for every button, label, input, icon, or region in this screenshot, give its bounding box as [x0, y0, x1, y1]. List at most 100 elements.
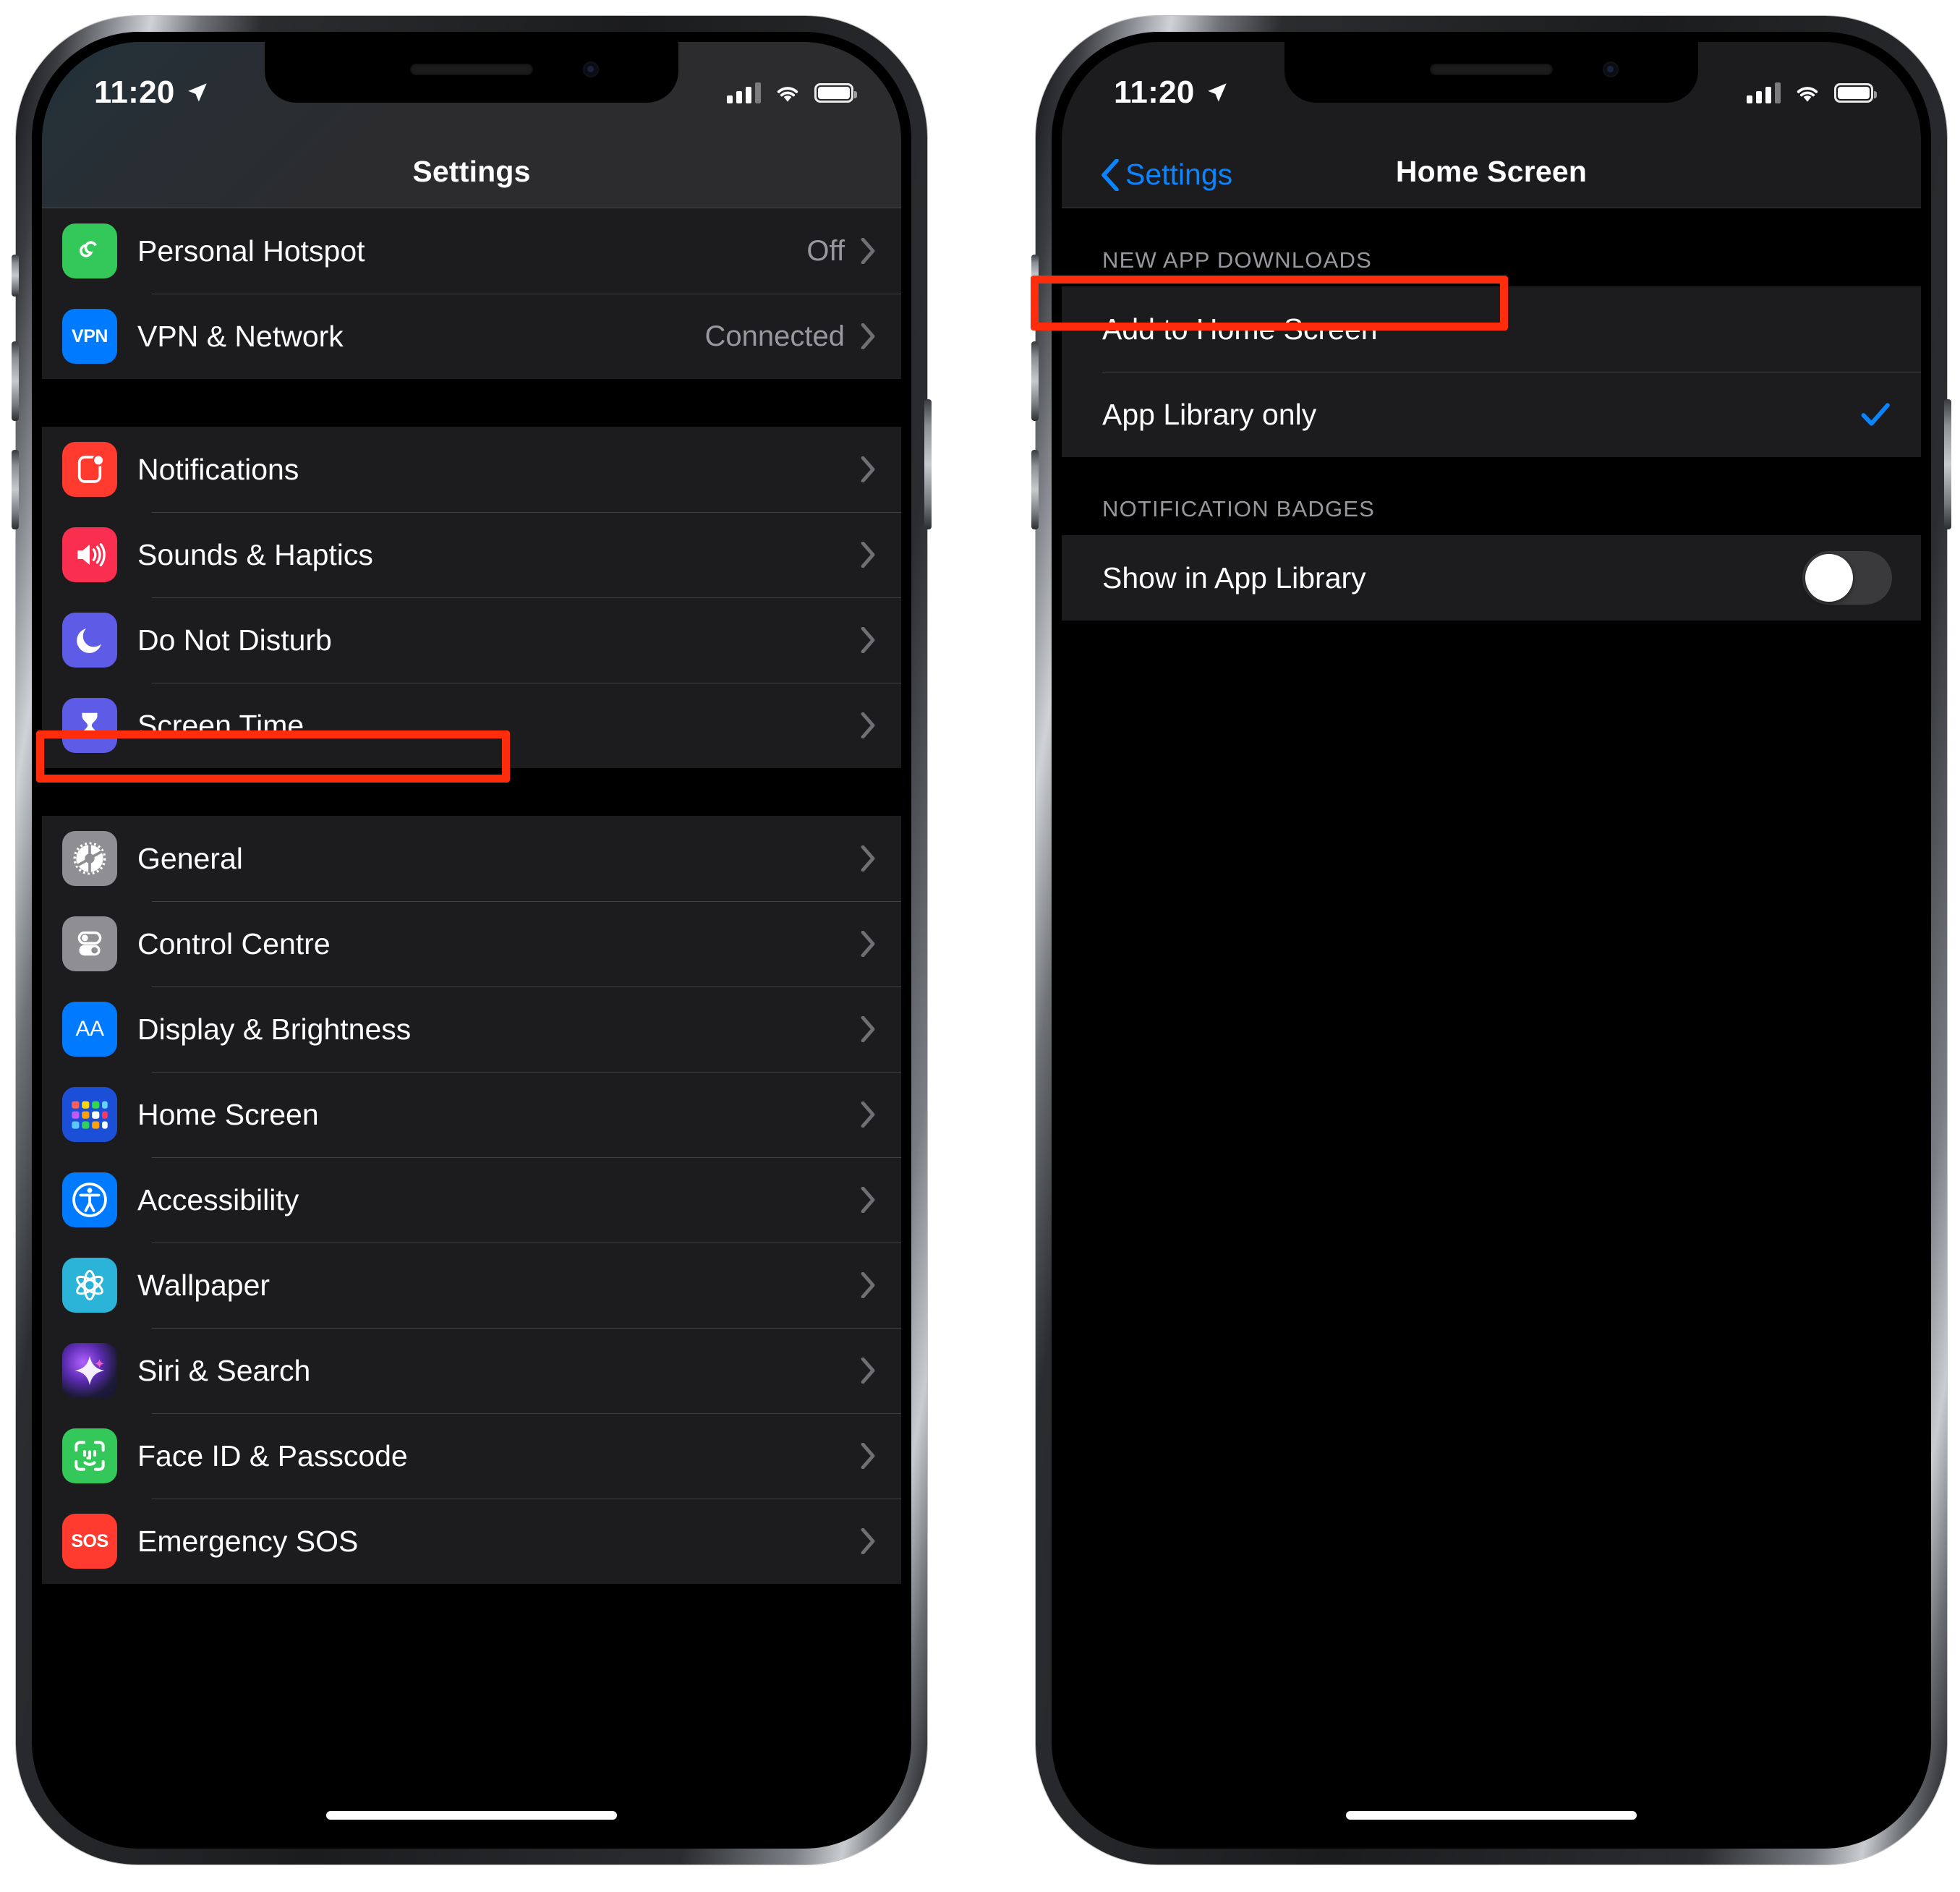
status-time: 11:20 — [94, 74, 175, 110]
chevron-right-icon — [861, 1272, 875, 1298]
toggle-knob — [1805, 554, 1853, 602]
location-arrow-icon — [187, 83, 207, 102]
row-value: Off — [806, 234, 845, 267]
settings-row-screen-time[interactable]: Screen Time — [42, 683, 901, 768]
settings-row-control-centre[interactable]: Control Centre — [42, 901, 901, 987]
notch-right — [1284, 42, 1698, 103]
option-label: Add to Home Screen — [1102, 312, 1378, 346]
location-arrow-icon — [1207, 83, 1227, 102]
row-label: Emergency SOS — [137, 1524, 359, 1558]
settings-row-accessibility[interactable]: Accessibility — [42, 1157, 901, 1243]
page-title: Settings — [412, 155, 531, 188]
row-label: Control Centre — [137, 926, 331, 960]
settings-row-home-screen[interactable]: Home Screen — [42, 1072, 901, 1157]
row-label: Wallpaper — [137, 1268, 270, 1302]
chevron-right-icon — [861, 1016, 875, 1042]
row-label: Accessibility — [137, 1182, 299, 1216]
settings-row-do-not-disturb[interactable]: Do Not Disturb — [42, 597, 901, 683]
show-in-app-library-toggle[interactable] — [1802, 551, 1892, 605]
settings-row-siri-search[interactable]: Siri & Search — [42, 1328, 901, 1413]
mute-switch-2[interactable] — [1031, 255, 1039, 297]
row-label: Display & Brightness — [137, 1012, 412, 1046]
volume-down-button[interactable] — [12, 450, 19, 529]
group-separator — [42, 379, 901, 427]
phone-device-left: Settings 11:20 Personal Hotspot Off VPN … — [12, 16, 932, 1865]
screenshot-stage: Settings 11:20 Personal Hotspot Off VPN … — [0, 0, 1960, 1892]
settings-row-notifications[interactable]: Notifications — [42, 427, 901, 512]
chevron-left-icon — [1102, 158, 1119, 191]
status-bar-left-group: 11:20 — [94, 74, 210, 111]
emergency-sos-icon: SOS — [62, 1514, 117, 1569]
settings-row-face-id-passcode[interactable]: Face ID & Passcode — [42, 1413, 901, 1499]
accessibility-icon — [62, 1172, 117, 1227]
option-add-to-home-screen[interactable]: Add to Home Screen — [1062, 286, 1921, 372]
vpn-icon-text: VPN — [72, 325, 108, 346]
group-separator — [42, 768, 901, 816]
settings-list-left[interactable]: Personal Hotspot Off VPN VPN & Network C… — [42, 208, 901, 1838]
chevron-right-icon — [861, 238, 875, 264]
control-centre-icon — [62, 916, 117, 971]
chevron-right-icon — [861, 931, 875, 957]
sounds-icon — [62, 527, 117, 582]
option-app-library-only[interactable]: App Library only — [1062, 372, 1921, 457]
row-label: VPN & Network — [137, 319, 344, 353]
battery-icon — [814, 82, 857, 103]
settings-row-vpn-network[interactable]: VPN VPN & Network Connected — [42, 294, 901, 379]
volume-down-button-2[interactable] — [1031, 450, 1039, 529]
screen-left: Settings 11:20 Personal Hotspot Off VPN … — [42, 42, 901, 1838]
cellular-signal-icon — [1747, 82, 1781, 103]
chevron-right-icon — [861, 1358, 875, 1384]
face-id-icon — [62, 1428, 117, 1483]
mute-switch[interactable] — [12, 255, 19, 297]
settings-row-general[interactable]: General — [42, 816, 901, 901]
settings-group-connectivity: Personal Hotspot Off VPN VPN & Network C… — [42, 208, 901, 379]
volume-up-button[interactable] — [12, 341, 19, 421]
chevron-right-icon — [861, 627, 875, 653]
personal-hotspot-icon — [62, 223, 117, 278]
option-label: App Library only — [1102, 397, 1317, 431]
settings-group-alerts: Notifications Sounds & Haptics Do Not Di… — [42, 427, 901, 768]
home-screen-settings-list[interactable]: NEW APP DOWNLOADS Add to Home Screen App… — [1062, 208, 1921, 1838]
settings-row-display-brightness[interactable]: AA Display & Brightness — [42, 987, 901, 1072]
row-label: Screen Time — [137, 708, 304, 742]
cellular-signal-icon — [727, 82, 761, 103]
screen-right: Settings Home Screen 11:20 NEW APP DOWNL… — [1062, 42, 1921, 1838]
row-label: Notifications — [137, 452, 299, 486]
phone-bezel-left: Settings 11:20 Personal Hotspot Off VPN … — [32, 32, 911, 1849]
settings-group-notification-badges: Show in App Library — [1062, 535, 1921, 621]
wifi-icon — [777, 87, 798, 102]
battery-icon — [1834, 82, 1877, 103]
chevron-right-icon — [861, 712, 875, 738]
power-button-2[interactable] — [1944, 399, 1951, 529]
power-button[interactable] — [924, 399, 932, 529]
wallpaper-icon — [62, 1258, 117, 1313]
front-camera-icon — [583, 61, 599, 77]
settings-row-emergency-sos[interactable]: SOS Emergency SOS — [42, 1499, 901, 1584]
chevron-right-icon — [861, 323, 875, 349]
front-camera-icon — [1603, 61, 1619, 77]
home-indicator-left[interactable] — [326, 1811, 617, 1820]
settings-row-personal-hotspot[interactable]: Personal Hotspot Off — [42, 208, 901, 294]
row-label: General — [137, 841, 243, 875]
settings-row-sounds-haptics[interactable]: Sounds & Haptics — [42, 512, 901, 597]
back-button-settings[interactable]: Settings — [1101, 158, 1232, 192]
notifications-icon — [62, 442, 117, 497]
settings-row-wallpaper[interactable]: Wallpaper — [42, 1243, 901, 1328]
chevron-right-icon — [861, 542, 875, 568]
siri-icon — [62, 1343, 117, 1398]
settings-group-system: General Control Centre AA Display & Brig… — [42, 816, 901, 1584]
status-bar-left-group-2: 11:20 — [1114, 74, 1230, 111]
earpiece-speaker-icon — [1430, 64, 1553, 75]
chevron-right-icon — [861, 1101, 875, 1128]
row-label: Face ID & Passcode — [137, 1439, 408, 1473]
phone-bezel-right: Settings Home Screen 11:20 NEW APP DOWNL… — [1052, 32, 1931, 1849]
row-label: Personal Hotspot — [137, 234, 365, 268]
chevron-right-icon — [861, 1528, 875, 1554]
option-show-in-app-library[interactable]: Show in App Library — [1062, 535, 1921, 621]
volume-up-button-2[interactable] — [1031, 341, 1039, 421]
chevron-right-icon — [861, 845, 875, 872]
home-indicator-right[interactable] — [1346, 1811, 1637, 1820]
home-screen-icon — [62, 1087, 117, 1142]
row-label: Sounds & Haptics — [137, 537, 373, 571]
checkmark-icon — [1861, 403, 1890, 426]
